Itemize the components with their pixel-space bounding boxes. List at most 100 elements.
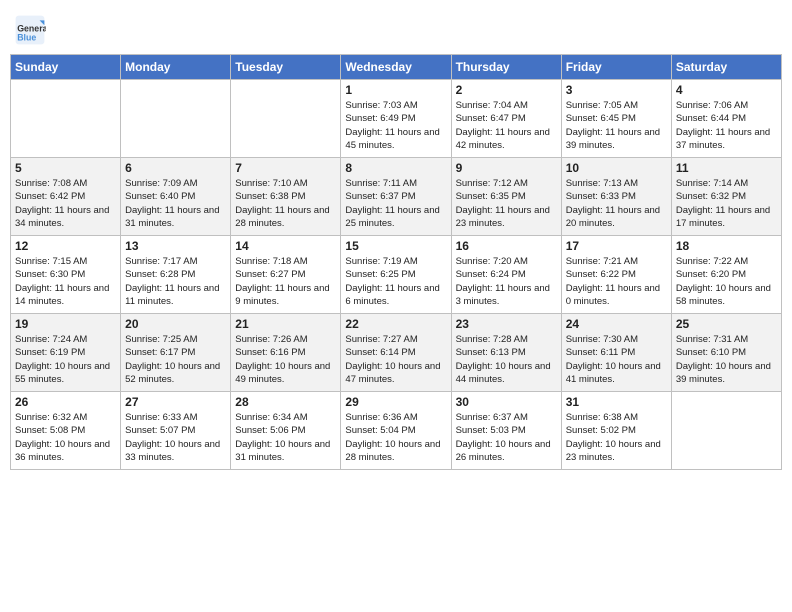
day-info: Sunrise: 7:11 AM Sunset: 6:37 PM Dayligh…	[345, 177, 446, 230]
day-number: 15	[345, 239, 446, 253]
day-info: Sunrise: 6:34 AM Sunset: 5:06 PM Dayligh…	[235, 411, 336, 464]
day-of-week-header: Sunday	[11, 55, 121, 80]
calendar-cell: 13 Sunrise: 7:17 AM Sunset: 6:28 PM Dayli…	[121, 236, 231, 314]
day-info: Sunrise: 6:33 AM Sunset: 5:07 PM Dayligh…	[125, 411, 226, 464]
day-number: 29	[345, 395, 446, 409]
day-number: 28	[235, 395, 336, 409]
day-number: 12	[15, 239, 116, 253]
svg-text:Blue: Blue	[17, 32, 36, 42]
calendar-cell: 18 Sunrise: 7:22 AM Sunset: 6:20 PM Dayli…	[671, 236, 781, 314]
calendar-cell	[231, 80, 341, 158]
calendar-cell: 24 Sunrise: 7:30 AM Sunset: 6:11 PM Dayli…	[561, 314, 671, 392]
day-info: Sunrise: 7:19 AM Sunset: 6:25 PM Dayligh…	[345, 255, 446, 308]
day-info: Sunrise: 7:03 AM Sunset: 6:49 PM Dayligh…	[345, 99, 446, 152]
day-number: 10	[566, 161, 667, 175]
calendar-cell: 8 Sunrise: 7:11 AM Sunset: 6:37 PM Daylig…	[341, 158, 451, 236]
calendar-week-row: 19 Sunrise: 7:24 AM Sunset: 6:19 PM Dayli…	[11, 314, 782, 392]
logo: General Blue	[14, 14, 50, 46]
day-of-week-header: Wednesday	[341, 55, 451, 80]
day-info: Sunrise: 7:20 AM Sunset: 6:24 PM Dayligh…	[456, 255, 557, 308]
calendar-week-row: 5 Sunrise: 7:08 AM Sunset: 6:42 PM Daylig…	[11, 158, 782, 236]
day-number: 31	[566, 395, 667, 409]
day-number: 23	[456, 317, 557, 331]
day-info: Sunrise: 7:05 AM Sunset: 6:45 PM Dayligh…	[566, 99, 667, 152]
calendar-cell: 3 Sunrise: 7:05 AM Sunset: 6:45 PM Daylig…	[561, 80, 671, 158]
calendar-cell: 19 Sunrise: 7:24 AM Sunset: 6:19 PM Dayli…	[11, 314, 121, 392]
day-info: Sunrise: 7:17 AM Sunset: 6:28 PM Dayligh…	[125, 255, 226, 308]
calendar-cell: 27 Sunrise: 6:33 AM Sunset: 5:07 PM Dayli…	[121, 392, 231, 470]
calendar-week-row: 12 Sunrise: 7:15 AM Sunset: 6:30 PM Dayli…	[11, 236, 782, 314]
day-info: Sunrise: 6:38 AM Sunset: 5:02 PM Dayligh…	[566, 411, 667, 464]
day-info: Sunrise: 7:22 AM Sunset: 6:20 PM Dayligh…	[676, 255, 777, 308]
day-info: Sunrise: 7:27 AM Sunset: 6:14 PM Dayligh…	[345, 333, 446, 386]
day-info: Sunrise: 6:37 AM Sunset: 5:03 PM Dayligh…	[456, 411, 557, 464]
day-info: Sunrise: 7:08 AM Sunset: 6:42 PM Dayligh…	[15, 177, 116, 230]
day-number: 4	[676, 83, 777, 97]
day-info: Sunrise: 7:30 AM Sunset: 6:11 PM Dayligh…	[566, 333, 667, 386]
day-of-week-header: Monday	[121, 55, 231, 80]
day-info: Sunrise: 6:32 AM Sunset: 5:08 PM Dayligh…	[15, 411, 116, 464]
day-number: 27	[125, 395, 226, 409]
calendar-cell: 9 Sunrise: 7:12 AM Sunset: 6:35 PM Daylig…	[451, 158, 561, 236]
calendar-cell: 21Sunrise: 7:26 AM Sunset: 6:16 PM Dayli…	[231, 314, 341, 392]
day-number: 8	[345, 161, 446, 175]
day-info: Sunrise: 7:31 AM Sunset: 6:10 PM Dayligh…	[676, 333, 777, 386]
calendar-cell: 28 Sunrise: 6:34 AM Sunset: 5:06 PM Dayli…	[231, 392, 341, 470]
day-number: 13	[125, 239, 226, 253]
calendar-cell	[11, 80, 121, 158]
day-number: 26	[15, 395, 116, 409]
page-header: General Blue	[10, 10, 782, 46]
calendar-cell: 10 Sunrise: 7:13 AM Sunset: 6:33 PM Dayli…	[561, 158, 671, 236]
day-number: 17	[566, 239, 667, 253]
day-number: 11	[676, 161, 777, 175]
day-number: 21	[235, 317, 336, 331]
day-number: 3	[566, 83, 667, 97]
day-info: Sunrise: 7:24 AM Sunset: 6:19 PM Dayligh…	[15, 333, 116, 386]
calendar-cell: 12 Sunrise: 7:15 AM Sunset: 6:30 PM Dayli…	[11, 236, 121, 314]
calendar-cell: 4 Sunrise: 7:06 AM Sunset: 6:44 PM Daylig…	[671, 80, 781, 158]
day-number: 18	[676, 239, 777, 253]
day-number: 7	[235, 161, 336, 175]
day-number: 25	[676, 317, 777, 331]
day-number: 9	[456, 161, 557, 175]
calendar-cell: 17Sunrise: 7:21 AM Sunset: 6:22 PM Dayli…	[561, 236, 671, 314]
day-info: Sunrise: 7:13 AM Sunset: 6:33 PM Dayligh…	[566, 177, 667, 230]
day-number: 30	[456, 395, 557, 409]
day-of-week-header: Saturday	[671, 55, 781, 80]
logo-icon: General Blue	[14, 14, 46, 46]
calendar-cell: 6 Sunrise: 7:09 AM Sunset: 6:40 PM Daylig…	[121, 158, 231, 236]
day-info: Sunrise: 7:28 AM Sunset: 6:13 PM Dayligh…	[456, 333, 557, 386]
calendar-cell: 5 Sunrise: 7:08 AM Sunset: 6:42 PM Daylig…	[11, 158, 121, 236]
day-of-week-header: Thursday	[451, 55, 561, 80]
day-of-week-header: Tuesday	[231, 55, 341, 80]
calendar-cell: 14 Sunrise: 7:18 AM Sunset: 6:27 PM Dayli…	[231, 236, 341, 314]
calendar-cell: 7 Sunrise: 7:10 AM Sunset: 6:38 PM Daylig…	[231, 158, 341, 236]
calendar-cell: 2Sunrise: 7:04 AM Sunset: 6:47 PM Daylig…	[451, 80, 561, 158]
calendar-cell: 30 Sunrise: 6:37 AM Sunset: 5:03 PM Dayli…	[451, 392, 561, 470]
day-number: 24	[566, 317, 667, 331]
day-info: Sunrise: 7:15 AM Sunset: 6:30 PM Dayligh…	[15, 255, 116, 308]
day-number: 16	[456, 239, 557, 253]
calendar-cell	[121, 80, 231, 158]
day-number: 19	[15, 317, 116, 331]
calendar-header-row: SundayMondayTuesdayWednesdayThursdayFrid…	[11, 55, 782, 80]
day-number: 1	[345, 83, 446, 97]
day-number: 14	[235, 239, 336, 253]
day-number: 6	[125, 161, 226, 175]
day-info: Sunrise: 7:06 AM Sunset: 6:44 PM Dayligh…	[676, 99, 777, 152]
day-number: 20	[125, 317, 226, 331]
day-info: Sunrise: 7:04 AM Sunset: 6:47 PM Dayligh…	[456, 99, 557, 152]
day-info: Sunrise: 7:09 AM Sunset: 6:40 PM Dayligh…	[125, 177, 226, 230]
calendar-cell: 25 Sunrise: 7:31 AM Sunset: 6:10 PM Dayli…	[671, 314, 781, 392]
day-info: Sunrise: 7:18 AM Sunset: 6:27 PM Dayligh…	[235, 255, 336, 308]
day-info: Sunrise: 7:10 AM Sunset: 6:38 PM Dayligh…	[235, 177, 336, 230]
day-info: Sunrise: 7:14 AM Sunset: 6:32 PM Dayligh…	[676, 177, 777, 230]
day-number: 5	[15, 161, 116, 175]
calendar-week-row: 26 Sunrise: 6:32 AM Sunset: 5:08 PM Dayli…	[11, 392, 782, 470]
day-info: Sunrise: 7:12 AM Sunset: 6:35 PM Dayligh…	[456, 177, 557, 230]
day-of-week-header: Friday	[561, 55, 671, 80]
calendar-cell: 15 Sunrise: 7:19 AM Sunset: 6:25 PM Dayli…	[341, 236, 451, 314]
day-number: 22	[345, 317, 446, 331]
day-info: Sunrise: 6:36 AM Sunset: 5:04 PM Dayligh…	[345, 411, 446, 464]
calendar-cell: 1 Sunrise: 7:03 AM Sunset: 6:49 PM Daylig…	[341, 80, 451, 158]
